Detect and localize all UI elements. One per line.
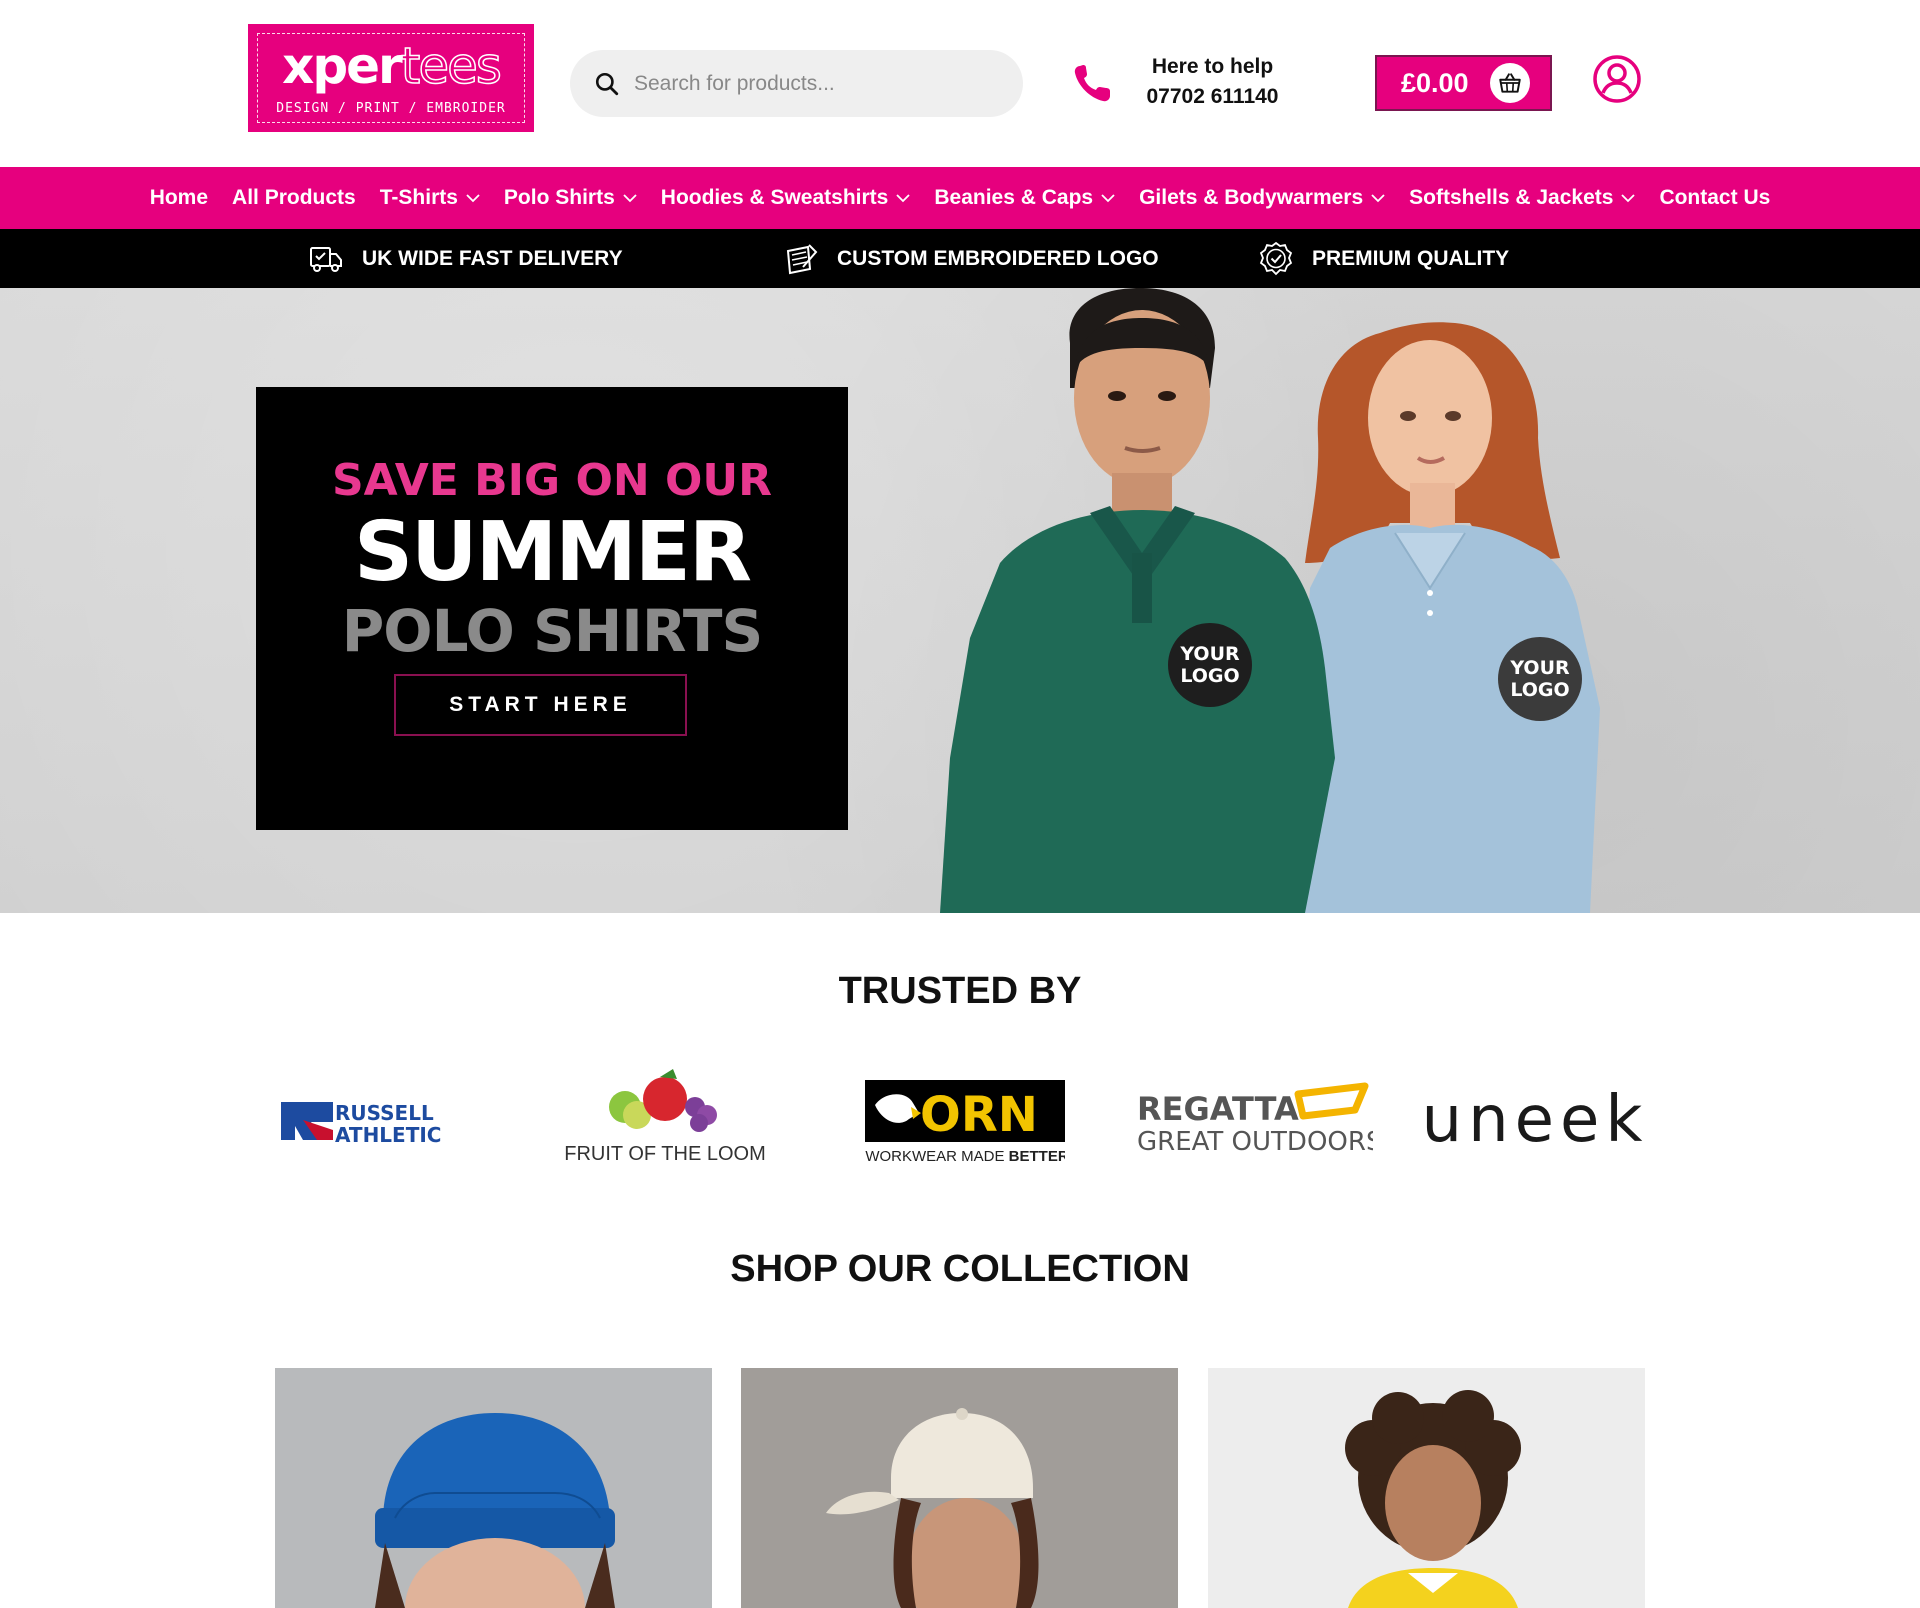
embroidery-icon	[786, 243, 818, 274]
user-account-icon[interactable]	[1592, 54, 1642, 104]
search-icon[interactable]	[594, 71, 620, 97]
collection-card-caps[interactable]	[741, 1368, 1178, 1608]
promo-headline-1: SAVE BIG ON OUR	[331, 455, 773, 506]
nav-item-polo-shirts[interactable]: Polo Shirts	[492, 186, 649, 210]
collection-card-kids[interactable]	[1208, 1368, 1645, 1608]
brand-text-orn-tagline: WORKWEAR MADE BETTER	[865, 1148, 1065, 1165]
nav-item-all-products[interactable]: All Products	[220, 186, 368, 210]
promo-box: SAVE BIG ON OUR SUMMER POLO SHIRTS START…	[256, 387, 848, 830]
feature-embroidery: CUSTOM EMBROIDERED LOGO	[783, 229, 1159, 288]
logo-wordmark: xpertees	[282, 40, 503, 92]
nav-item-t-shirts[interactable]: T-Shirts	[368, 186, 492, 210]
nav-item-label: Home	[149, 186, 209, 209]
nav-item-softshells-jackets[interactable]: Softshells & Jackets	[1397, 186, 1647, 210]
logo-word-bold: xper	[282, 36, 403, 95]
search-input[interactable]	[634, 71, 994, 96]
feature-delivery: UK WIDE FAST DELIVERY	[308, 229, 623, 288]
brand-logos: RUSSELL ATHLETIC FRUIT OF THE LOOM ORN W…	[0, 1060, 1920, 1180]
trusted-by-heading: TRUSTED BY	[838, 970, 1082, 1012]
chevron-down-icon	[623, 194, 637, 203]
shop-collection-heading: SHOP OUR COLLECTION	[730, 1248, 1190, 1290]
nav-item-contact-us[interactable]: Contact Us	[1647, 186, 1782, 210]
nav-item-label: Hoodies & Sweatshirts	[660, 186, 889, 209]
your-logo-badge-woman: YOUR LOGO	[1498, 637, 1582, 721]
chevron-down-icon	[896, 194, 910, 203]
brand-uneek-logo[interactable]: uneek	[1410, 1060, 1660, 1180]
nav-item-label: Gilets & Bodywarmers	[1139, 186, 1364, 209]
woman-model	[1290, 322, 1600, 913]
logo-word-outline: tees	[400, 36, 503, 95]
site-logo[interactable]: xpertees DESIGN / PRINT / EMBROIDER	[248, 24, 534, 132]
beanie-model-image	[275, 1368, 712, 1608]
logo-tagline: DESIGN / PRINT / EMBROIDER	[276, 100, 506, 116]
feature-label: CUSTOM EMBROIDERED LOGO	[837, 246, 1159, 270]
brand-fruit-of-the-loom-logo[interactable]: FRUIT OF THE LOOM	[560, 1060, 770, 1180]
phone-icon[interactable]	[1068, 58, 1118, 108]
nav-item-label: All Products	[232, 186, 356, 209]
nav-item-beanies-caps[interactable]: Beanies & Caps	[922, 186, 1127, 210]
man-model	[940, 288, 1335, 913]
nav-item-label: Softshells & Jackets	[1409, 186, 1614, 209]
chevron-down-icon	[1101, 194, 1115, 203]
help-phone-number[interactable]: 07702 611140	[1130, 82, 1295, 112]
brand-text-regatta: REGATTA	[1137, 1090, 1299, 1128]
cart-total: £0.00	[1401, 67, 1469, 98]
cap-model-image	[741, 1368, 1178, 1608]
logo-stitched-border: xpertees DESIGN / PRINT / EMBROIDER	[257, 33, 525, 123]
svg-text:LOGO: LOGO	[1180, 665, 1239, 687]
chevron-down-icon	[466, 194, 480, 203]
nav-item-label: Contact Us	[1659, 186, 1771, 209]
nav-item-gilets-bodywarmers[interactable]: Gilets & Bodywarmers	[1127, 186, 1397, 210]
svg-text:YOUR: YOUR	[1509, 657, 1570, 679]
nav-item-hoodies-sweatshirts[interactable]: Hoodies & Sweatshirts	[649, 186, 923, 210]
child-model-image	[1208, 1368, 1645, 1608]
chevron-down-icon	[1621, 194, 1636, 203]
help-contact[interactable]: Here to help 07702 611140	[1130, 52, 1295, 112]
site-header: xpertees DESIGN / PRINT / EMBROIDER Here…	[0, 0, 1920, 167]
nav-item-label: Beanies & Caps	[934, 186, 1094, 209]
promo-headline-3: POLO SHIRTS	[341, 597, 764, 665]
chevron-down-icon	[1371, 194, 1385, 203]
brand-text-uneek: uneek	[1421, 1083, 1649, 1157]
nav-item-label: Polo Shirts	[503, 186, 615, 209]
feature-quality: PREMIUM QUALITY	[1258, 229, 1509, 288]
models-wearing-polo-shirts: YOUR LOGO YOUR LOGO	[940, 288, 1600, 913]
svg-text:LOGO: LOGO	[1510, 679, 1569, 701]
main-navigation: Home All Products T-Shirts Polo Shirts H…	[0, 167, 1920, 229]
brand-text-orn: ORN	[920, 1087, 1038, 1143]
brand-regatta-logo[interactable]: REGATTA GREAT OUTDOORS	[1130, 1060, 1375, 1180]
features-bar: UK WIDE FAST DELIVERY CUSTOM EMBROIDERED…	[0, 229, 1920, 288]
collection-cards	[0, 1368, 1920, 1608]
cart-button[interactable]: £0.00	[1375, 55, 1552, 111]
brand-orn-logo[interactable]: ORN WORKWEAR MADE BETTER	[850, 1060, 1070, 1180]
svg-text:YOUR: YOUR	[1179, 643, 1240, 665]
collection-card-beanies[interactable]	[275, 1368, 712, 1608]
brand-text-athletic: ATHLETIC	[335, 1123, 441, 1147]
search-bar[interactable]	[570, 50, 1023, 117]
your-logo-badge-man: YOUR LOGO	[1168, 623, 1252, 707]
nav-item-label: T-Shirts	[379, 186, 458, 209]
delivery-truck-icon	[310, 246, 342, 272]
feature-label: PREMIUM QUALITY	[1312, 246, 1510, 270]
quality-badge-icon	[1259, 241, 1293, 275]
help-title: Here to help	[1151, 55, 1274, 78]
hero-banner: SAVE BIG ON OUR SUMMER POLO SHIRTS START…	[0, 288, 1920, 913]
basket-icon	[1490, 63, 1530, 103]
brand-text-regatta-tagline: GREAT OUTDOORS	[1137, 1127, 1373, 1157]
nav-item-home[interactable]: Home	[138, 186, 220, 210]
promo-headline-2: SUMMER	[354, 505, 752, 600]
feature-label: UK WIDE FAST DELIVERY	[362, 246, 623, 270]
brand-russell-athletic-logo[interactable]: RUSSELL ATHLETIC	[270, 1060, 480, 1180]
brand-text-russell: RUSSELL	[335, 1101, 434, 1125]
brand-text-fruit-of-the-loom: FRUIT OF THE LOOM	[565, 1143, 765, 1165]
start-here-button[interactable]: START HERE	[394, 674, 687, 736]
